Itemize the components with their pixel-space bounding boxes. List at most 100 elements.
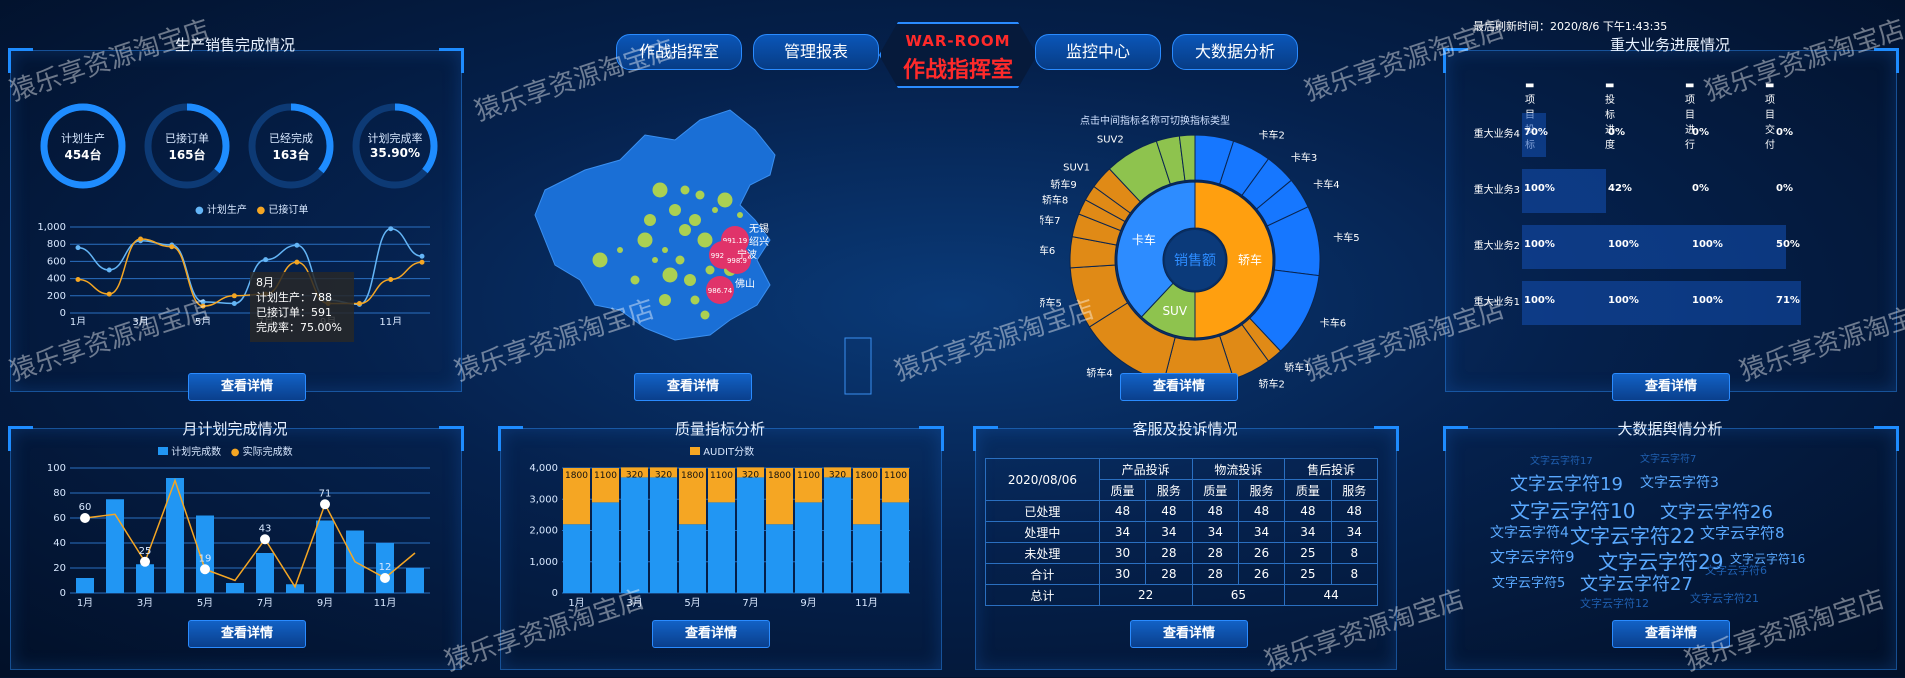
ring-label: 计划完成率 (367, 132, 423, 145)
word-cloud-term[interactable]: 文字云字符9 (1490, 546, 1575, 567)
center-title-cn: 作战指挥室 (902, 58, 1013, 83)
base-bar (737, 477, 764, 593)
y-tick-label: 4,000 (529, 463, 558, 474)
word-cloud-term[interactable]: 文字云字符4 (1490, 522, 1569, 542)
outer-label: 卡车6 (1320, 317, 1346, 330)
quality-stacked-chart: 0 1,000 2,000 3,000 4,000 1800 1100 320 320 1800 1… (529, 463, 910, 609)
city-dot (675, 255, 685, 265)
word-cloud-term[interactable]: 文字云字符22 (1570, 520, 1695, 549)
city-dot (630, 275, 640, 285)
service-detail-button[interactable]: 查看详情 (1130, 620, 1248, 648)
table-row: 2020/08/06 产品投诉 物流投诉 售后投诉 (985, 458, 1378, 501)
ring-plan: 计划生产 454台 (37, 100, 129, 192)
table-cell: 48 (1098, 500, 1147, 522)
point-label: 12 (379, 562, 392, 573)
city-dot (662, 267, 678, 283)
actual-line (84, 478, 416, 589)
table-cell: 服务 (1145, 479, 1193, 501)
business-detail-button[interactable]: 查看详情 (1612, 373, 1730, 401)
table-cell: 22 (1098, 584, 1193, 606)
table-cell: 28 (1145, 542, 1193, 564)
table-cell: 服务 (1330, 479, 1379, 501)
x-tick-label: 3月 (626, 597, 642, 609)
bigdata-detail-button[interactable]: 查看详情 (1612, 620, 1730, 648)
audit-label: 320 (829, 470, 846, 480)
nav-bigdata[interactable]: 大数据分析 (1172, 34, 1298, 70)
base-bar (795, 502, 822, 593)
base-bar (621, 477, 648, 593)
x-tick-label: 1月 (70, 316, 86, 325)
nav-war-room[interactable]: 作战指挥室 (616, 34, 742, 70)
nav-reports[interactable]: 管理报表 (753, 34, 879, 70)
audit-label: 320 (742, 470, 759, 480)
table-cell: 物流投诉 (1191, 458, 1286, 480)
service-title: 客服及投诉情况 (1132, 420, 1238, 438)
word-cloud-term[interactable]: 文字云字符27 (1580, 570, 1693, 596)
business-cell: 100% (1692, 239, 1723, 250)
inner-label: 轿车 (1238, 252, 1262, 267)
sunburst-chart[interactable]: 卡车1卡车2卡车3卡车4卡车5卡车6轿车1轿车2轿车3轿车4轿车5轿车6轿车7轿… (1040, 130, 1370, 395)
marker-value: 986.74 (708, 287, 733, 295)
word-cloud-term[interactable]: 文字云字符8 (1700, 522, 1785, 543)
word-cloud-term[interactable]: 文字云字符7 (1640, 450, 1696, 465)
table-cell: 48 (1191, 500, 1239, 522)
china-map[interactable]: 991.19992.97998.9986.74无锡绍兴宁波佛山 (525, 100, 875, 400)
sales-detail-button[interactable]: 查看详情 (188, 373, 306, 401)
sunburst-detail-button[interactable]: 查看详情 (1120, 373, 1238, 401)
base-bar (708, 502, 735, 593)
business-rows: 重大业务4 70% 0% 0% 0% 重大业务3 100% 42% 0% 0% 重大业务2 100% 1… (1460, 105, 1860, 345)
table-cell: 44 (1284, 584, 1378, 606)
word-cloud-term[interactable]: 文字云字符21 (1690, 590, 1759, 606)
quality-detail-button[interactable]: 查看详情 (652, 620, 770, 648)
sales-legend: ● 计划生产 ● 已接订单 (195, 205, 309, 216)
map-detail-button[interactable]: 查看详情 (634, 373, 752, 401)
table-cell: 48 (1330, 500, 1379, 522)
nav-center-logo[interactable]: WAR-ROOM 作战指挥室 (879, 22, 1037, 88)
bar (316, 520, 334, 593)
series-point (294, 242, 300, 248)
audit-label: 1800 (681, 471, 704, 481)
business-cell: 100% (1608, 239, 1639, 250)
table-cell: 48 (1237, 500, 1286, 522)
sales-title: 生产销售完成情况 (174, 36, 295, 54)
base-bar (679, 524, 706, 593)
audit-label: 1100 (594, 471, 617, 481)
outer-label: 轿车6 (1040, 244, 1055, 257)
table-cell: 处理中 (985, 521, 1100, 543)
table-cell: 8 (1330, 563, 1379, 585)
word-cloud-term[interactable]: 文字云字符5 (1492, 572, 1565, 591)
tooltip-order: 已接订单：591 (256, 306, 332, 319)
series-point (231, 301, 237, 307)
city-label: 宁波 (737, 248, 757, 261)
base-bar (853, 524, 880, 593)
word-cloud-term[interactable]: 文字云字符6 (1705, 562, 1767, 578)
word-cloud-term[interactable]: 文字云字符19 (1510, 470, 1623, 496)
audit-label: 320 (626, 470, 643, 480)
business-cell: 0% (1692, 183, 1709, 194)
city-dot (700, 310, 710, 320)
bar (226, 583, 244, 593)
bigdata-title: 大数据舆情分析 (1617, 420, 1723, 438)
monthly-detail-button[interactable]: 查看详情 (188, 620, 306, 648)
business-progress-bar (1522, 281, 1801, 325)
series-point (200, 303, 206, 309)
table-cell: 34 (1098, 521, 1147, 543)
word-cloud-term[interactable]: 文字云字符17 (1530, 452, 1593, 467)
base-bar (592, 502, 619, 593)
business-cell: 100% (1524, 239, 1555, 250)
nav-monitor[interactable]: 监控中心 (1035, 34, 1161, 70)
quality-legend: AUDIT分数 (690, 443, 754, 458)
table-cell: 34 (1284, 521, 1332, 543)
business-cell: 0% (1692, 127, 1709, 138)
y-tick-label: 200 (47, 291, 66, 302)
series-point (75, 276, 81, 282)
word-cloud-term[interactable]: 文字云字符12 (1580, 595, 1649, 611)
y-tick-label: 40 (53, 538, 66, 549)
city-label: 无锡 (749, 222, 769, 235)
table-cell: 26 (1237, 542, 1286, 564)
y-tick-label: 2,000 (529, 526, 558, 537)
city-dot (737, 212, 743, 218)
table-cell: 30 (1098, 542, 1147, 564)
city-dot (617, 247, 623, 253)
word-cloud-term[interactable]: 文字云字符3 (1640, 472, 1719, 492)
